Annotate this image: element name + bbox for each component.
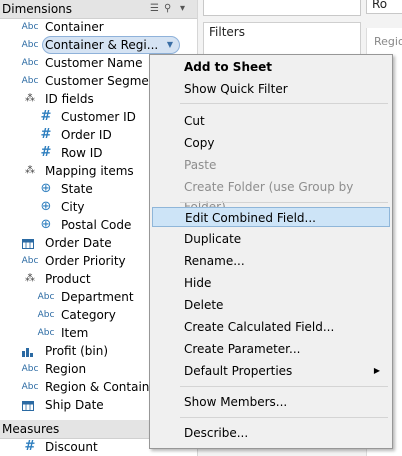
string-field-icon: Abc <box>21 256 39 266</box>
menu-item-create-calculated-field[interactable]: Create Calculated Field... <box>152 317 390 337</box>
region-header-label: Regio <box>374 35 402 48</box>
menu-item-label: Edit Combined Field... <box>185 211 316 225</box>
menu-item-label: Copy <box>184 136 215 150</box>
field-label: Postal Code <box>61 218 132 232</box>
menu-item-label: Duplicate <box>184 232 242 246</box>
menu-item-show-members[interactable]: Show Members... <box>152 392 390 412</box>
menu-item-create-folder-use-group-by-folder: Create Folder (use Group by Folder) <box>152 177 390 214</box>
submenu-arrow-icon: ▶ <box>373 366 380 375</box>
menu-item-label: Hide <box>184 276 212 290</box>
field-label: Department <box>61 290 134 304</box>
field-label: Region & Container <box>45 380 162 394</box>
field-row[interactable]: Abc Container & Regi... <box>0 36 196 54</box>
menu-item-label: Show Members... <box>184 395 288 409</box>
menu-item-default-properties[interactable]: Default Properties ▶ <box>152 361 390 381</box>
pages-shelf[interactable] <box>203 0 361 16</box>
number-field-icon: # <box>40 127 52 142</box>
field-label: Category <box>61 308 116 322</box>
menu-item-label: Create Parameter... <box>184 342 301 356</box>
field-label: Customer Segment <box>45 74 162 88</box>
geographic-field-icon: ⊕ <box>40 217 52 232</box>
field-label: Discount <box>45 440 98 454</box>
menu-item-label: Default Properties <box>184 364 293 378</box>
menu-item-edit-combined-field[interactable]: Edit Combined Field... <box>152 207 390 227</box>
menu-separator <box>180 417 388 418</box>
date-field-icon <box>22 400 34 411</box>
menu-item-label: Show Quick Filter <box>184 82 288 96</box>
string-field-icon: Abc <box>37 292 55 302</box>
menu-item-rename[interactable]: Rename... <box>152 251 390 271</box>
menu-item-label: Add to Sheet <box>184 60 273 74</box>
menu-item-show-quick-filter[interactable]: Show Quick Filter <box>152 79 390 99</box>
string-field-icon: Abc <box>21 76 39 86</box>
number-field-icon: # <box>40 145 52 160</box>
menu-item-label: Rename... <box>184 254 245 268</box>
menu-item-hide[interactable]: Hide <box>152 273 390 293</box>
string-field-icon: Abc <box>21 58 39 68</box>
string-field-icon: Abc <box>21 382 39 392</box>
menu-item-create-parameter[interactable]: Create Parameter... <box>152 339 390 359</box>
menu-item-label: Cut <box>184 114 205 128</box>
field-label: Mapping items <box>45 164 134 178</box>
dimensions-header: Dimensions ☰ ⚲ ▾ <box>0 0 197 19</box>
menu-item-copy[interactable]: Copy <box>152 133 390 153</box>
bin-field-icon <box>22 346 34 357</box>
menu-item-label: Paste <box>184 158 217 172</box>
menu-item-describe[interactable]: Describe... <box>152 423 390 443</box>
field-label: Container & Regi... <box>45 38 159 52</box>
geographic-field-icon: ⊕ <box>40 199 52 214</box>
menu-item-cut[interactable]: Cut <box>152 111 390 131</box>
field-label: Ship Date <box>45 398 104 412</box>
menu-item-add-to-sheet[interactable]: Add to Sheet <box>152 57 390 77</box>
menu-item-label: Create Calculated Field... <box>184 320 335 334</box>
field-label: Profit (bin) <box>45 344 109 358</box>
field-label: Item <box>61 326 89 340</box>
field-label: Customer Name <box>45 56 143 70</box>
number-field-icon: # <box>40 109 52 124</box>
field-label: State <box>61 182 93 196</box>
field-label: Region <box>45 362 87 376</box>
string-field-icon: Abc <box>21 40 39 50</box>
field-label: Order ID <box>61 128 112 142</box>
filters-title: Filters <box>209 25 245 39</box>
menu-item-duplicate[interactable]: Duplicate <box>152 229 390 249</box>
geographic-field-icon: ⊕ <box>40 181 52 196</box>
number-field-icon: # <box>24 439 36 454</box>
date-field-icon <box>22 238 34 249</box>
field-label: Customer ID <box>61 110 136 124</box>
string-field-icon: Abc <box>21 22 39 32</box>
menu-item-paste: Paste <box>152 155 390 175</box>
field-row[interactable]: Abc Container <box>0 18 196 36</box>
field-label: ID fields <box>45 92 94 106</box>
string-field-icon: Abc <box>37 328 55 338</box>
list-view-icon[interactable]: ☰ <box>150 2 159 16</box>
field-label: Order Priority <box>45 254 126 268</box>
menu-separator <box>180 386 388 387</box>
menu-item-label: Delete <box>184 298 224 312</box>
menu-item-delete[interactable]: Delete <box>152 295 390 315</box>
field-label: Container <box>45 20 104 34</box>
field-label: Row ID <box>61 146 103 160</box>
search-icon[interactable]: ⚲ <box>164 2 171 16</box>
hierarchy-icon: ⁂ <box>25 93 35 104</box>
string-field-icon: Abc <box>37 310 55 320</box>
menu-item-label: Describe... <box>184 426 249 440</box>
menu-separator <box>180 103 388 104</box>
hierarchy-icon: ⁂ <box>25 273 35 284</box>
field-label: Order Date <box>45 236 112 250</box>
field-label: Product <box>45 272 91 286</box>
hierarchy-icon: ⁂ <box>25 165 35 176</box>
string-field-icon: Abc <box>21 364 39 374</box>
field-label: City <box>61 200 85 214</box>
menu-separator <box>180 202 388 203</box>
dimensions-toolbar: ☰ ⚲ ▾ <box>150 2 195 16</box>
measures-title: Measures <box>2 422 60 436</box>
context-menu: Add to Sheet Show Quick Filter Cut Copy Past… <box>149 54 393 449</box>
expand-icon[interactable]: ▾ <box>180 2 185 16</box>
rows-shelf-label: Ro <box>372 0 388 11</box>
dimensions-title: Dimensions <box>2 2 73 16</box>
